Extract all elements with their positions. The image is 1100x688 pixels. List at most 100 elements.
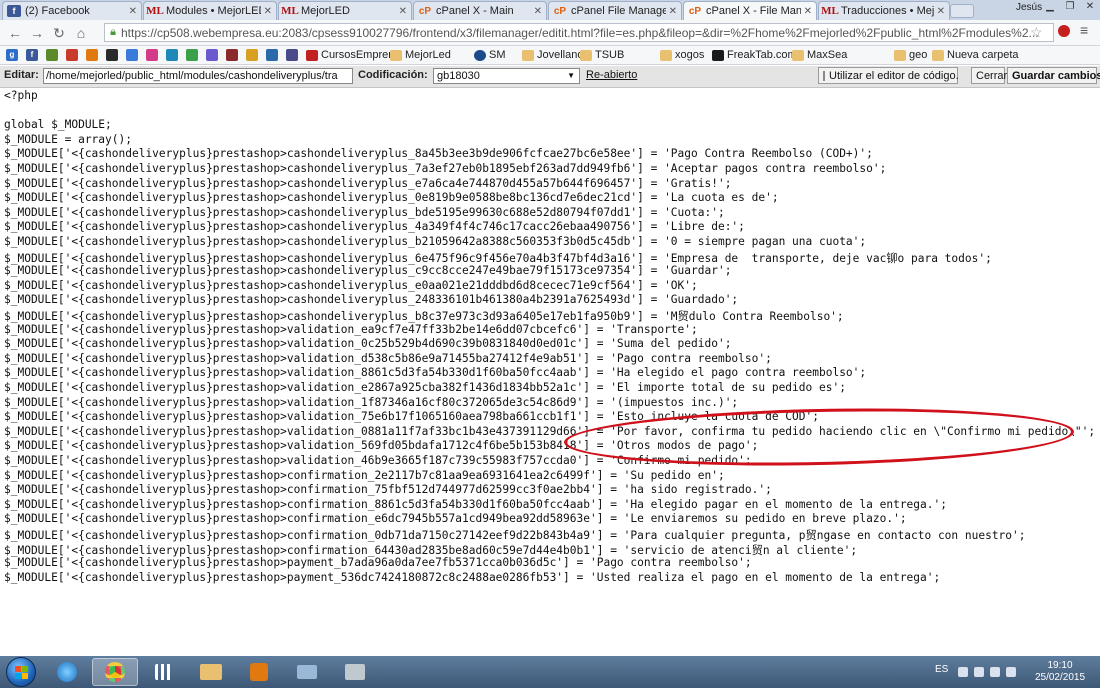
code-line[interactable]: global $_MODULE; xyxy=(4,118,112,131)
tray-chevron-icon[interactable] xyxy=(958,667,968,677)
minimize-icon[interactable]: ▁ xyxy=(1040,1,1060,15)
code-line[interactable]: $_MODULE['<{cashondeliveryplus}prestasho… xyxy=(4,147,873,160)
code-line[interactable]: $_MODULE['<{cashondeliveryplus}prestasho… xyxy=(4,410,819,423)
bookmark-icon[interactable] xyxy=(206,49,218,61)
bookmark-icon[interactable] xyxy=(186,49,198,61)
tab-traducciones[interactable]: ML Traducciones • MejorL ✕ xyxy=(818,1,950,20)
internet-explorer-icon[interactable] xyxy=(44,658,90,686)
close-icon[interactable]: ✕ xyxy=(264,6,272,17)
file-explorer-icon[interactable] xyxy=(188,658,234,686)
code-line[interactable]: $_MODULE['<{cashondeliveryplus}prestasho… xyxy=(4,279,698,292)
bookmark-geo[interactable]: geo xyxy=(894,47,927,63)
facebook-icon[interactable]: f xyxy=(26,49,38,61)
bookmark-icon[interactable] xyxy=(46,49,58,61)
home-icon[interactable]: ⌂ xyxy=(72,24,90,42)
close-icon[interactable]: ✕ xyxy=(937,6,945,17)
close-icon[interactable]: ✕ xyxy=(399,6,407,17)
extension-icon[interactable] xyxy=(1058,25,1070,37)
code-line[interactable]: $_MODULE['<{cashondeliveryplus}prestasho… xyxy=(4,454,752,467)
bookmark-icon[interactable] xyxy=(86,49,98,61)
code-line[interactable]: $_MODULE['<{cashondeliveryplus}prestasho… xyxy=(4,542,857,558)
code-line[interactable]: $_MODULE['<{cashondeliveryplus}prestasho… xyxy=(4,439,758,452)
tab-cpanel-main[interactable]: cP cPanel X - Main ✕ xyxy=(413,1,547,20)
restore-icon[interactable]: ❐ xyxy=(1060,1,1080,15)
bookmark-icon[interactable] xyxy=(286,49,298,61)
close-button[interactable]: Cerrar xyxy=(971,67,1007,84)
code-line[interactable]: $_MODULE['<{cashondeliveryplus}prestasho… xyxy=(4,483,772,496)
code-line[interactable]: $_MODULE['<{cashondeliveryplus}prestasho… xyxy=(4,366,866,379)
reopen-button[interactable]: Re-abierto xyxy=(586,69,637,81)
code-line[interactable]: <?php xyxy=(4,89,38,102)
code-line[interactable]: $_MODULE['<{cashondeliveryplus}prestasho… xyxy=(4,381,846,394)
tool-app-icon[interactable] xyxy=(332,658,378,686)
window-close-icon[interactable]: ✕ xyxy=(1080,1,1100,15)
bookmark-icon[interactable] xyxy=(246,49,258,61)
profile-user-name[interactable]: Jesús xyxy=(1016,2,1042,13)
close-icon[interactable]: ✕ xyxy=(129,6,137,17)
code-line[interactable]: $_MODULE = array(); xyxy=(4,133,132,146)
code-line[interactable]: $_MODULE['<{cashondeliveryplus}prestasho… xyxy=(4,498,947,511)
bookmark-icon[interactable] xyxy=(166,49,178,61)
bookmark-tsub[interactable]: TSUB xyxy=(580,47,624,63)
reload-icon[interactable]: ↻ xyxy=(50,24,68,42)
code-editor-button[interactable]: Utilizar el editor de código. xyxy=(818,67,959,84)
new-tab-button[interactable] xyxy=(950,4,974,18)
code-line[interactable]: $_MODULE['<{cashondeliveryplus}prestasho… xyxy=(4,191,779,204)
network-app-icon[interactable] xyxy=(284,658,330,686)
code-line[interactable]: $_MODULE['<{cashondeliveryplus}prestasho… xyxy=(4,177,731,190)
chrome-icon[interactable] xyxy=(92,658,138,686)
bookmark-icon[interactable] xyxy=(226,49,238,61)
app-grid-icon[interactable] xyxy=(140,658,186,686)
tab-cpanel-file-manager-v3[interactable]: cP cPanel File Manager v3 ✕ xyxy=(548,1,682,20)
code-line[interactable]: $_MODULE['<{cashondeliveryplus}prestasho… xyxy=(4,264,731,277)
code-line[interactable]: $_MODULE['<{cashondeliveryplus}prestasho… xyxy=(4,425,1095,438)
omnibox[interactable]: 🔒︎ https://cp508.webempresa.eu:2083/cpse… xyxy=(104,23,1054,42)
close-icon[interactable]: ✕ xyxy=(669,6,677,17)
tab-modules-mejorled[interactable]: ML Modules • MejorLED ✕ xyxy=(143,1,277,20)
bookmark-cursosempren[interactable]: CursosEmpren xyxy=(306,47,394,63)
code-line[interactable]: $_MODULE['<{cashondeliveryplus}prestasho… xyxy=(4,352,772,365)
bookmark-star-icon[interactable]: ☆ xyxy=(1030,24,1043,41)
bookmark-jovellanos[interactable]: Jovellanos xyxy=(522,47,589,63)
bookmark-xogos[interactable]: xogos xyxy=(660,47,704,63)
tab-cpanel-file-manage-active[interactable]: cP cPanel X - File Manage ✕ xyxy=(683,1,817,20)
code-line[interactable]: $_MODULE['<{cashondeliveryplus}prestasho… xyxy=(4,396,738,409)
bookmark-icon[interactable] xyxy=(106,49,118,61)
code-line[interactable]: $_MODULE['<{cashondeliveryplus}prestasho… xyxy=(4,556,752,569)
bookmark-maxsea[interactable]: MaxSea xyxy=(792,47,847,63)
bookmark-nueva-carpeta[interactable]: Nueva carpeta xyxy=(932,47,1019,63)
bookmark-icon[interactable] xyxy=(126,49,138,61)
tab-mejorled[interactable]: ML MejorLED ✕ xyxy=(278,1,412,20)
forward-arrow-icon[interactable]: → xyxy=(28,24,46,42)
language-indicator[interactable]: ES xyxy=(935,664,948,675)
encoding-select[interactable]: gb18030 ▼ xyxy=(433,68,580,84)
tray-app-icon[interactable] xyxy=(974,667,984,677)
code-line[interactable]: $_MODULE['<{cashondeliveryplus}prestasho… xyxy=(4,527,1026,543)
code-line[interactable]: $_MODULE['<{cashondeliveryplus}prestasho… xyxy=(4,337,731,350)
code-line[interactable]: $_MODULE['<{cashondeliveryplus}prestasho… xyxy=(4,235,866,248)
code-line[interactable]: $_MODULE['<{cashondeliveryplus}prestasho… xyxy=(4,206,725,219)
code-line[interactable]: $_MODULE['<{cashondeliveryplus}prestasho… xyxy=(4,323,698,336)
media-player-icon[interactable] xyxy=(236,658,282,686)
code-line[interactable]: $_MODULE['<{cashondeliveryplus}prestasho… xyxy=(4,220,745,233)
bookmark-sm[interactable]: SM xyxy=(474,47,506,63)
menu-icon[interactable]: ≡ xyxy=(1080,22,1088,38)
code-editor-area[interactable]: <?php global $_MODULE; $_MODULE = array();… xyxy=(0,88,1100,656)
volume-icon[interactable] xyxy=(1006,667,1016,677)
close-icon[interactable]: ✕ xyxy=(534,6,542,17)
tab-facebook[interactable]: f (2) Facebook ✕ xyxy=(2,1,142,20)
bookmark-icon[interactable]: g xyxy=(6,49,18,61)
code-line[interactable]: $_MODULE['<{cashondeliveryplus}prestasho… xyxy=(4,250,992,266)
code-line[interactable]: $_MODULE['<{cashondeliveryplus}prestasho… xyxy=(4,469,725,482)
bookmark-icon[interactable] xyxy=(266,49,278,61)
close-icon[interactable]: ✕ xyxy=(804,6,812,17)
bookmark-icon[interactable] xyxy=(146,49,158,61)
url-text[interactable]: https://cp508.webempresa.eu:2083/cpsess9… xyxy=(121,26,1039,40)
code-line[interactable]: $_MODULE['<{cashondeliveryplus}prestasho… xyxy=(4,308,844,324)
taskbar-clock[interactable]: 19:10 25/02/2015 xyxy=(1028,660,1092,684)
save-changes-button[interactable]: Guardar cambios xyxy=(1007,67,1100,84)
bookmark-icon[interactable] xyxy=(66,49,78,61)
back-arrow-icon[interactable]: ← xyxy=(6,24,24,42)
code-line[interactable]: $_MODULE['<{cashondeliveryplus}prestasho… xyxy=(4,512,907,525)
code-line[interactable]: $_MODULE['<{cashondeliveryplus}prestasho… xyxy=(4,162,886,175)
